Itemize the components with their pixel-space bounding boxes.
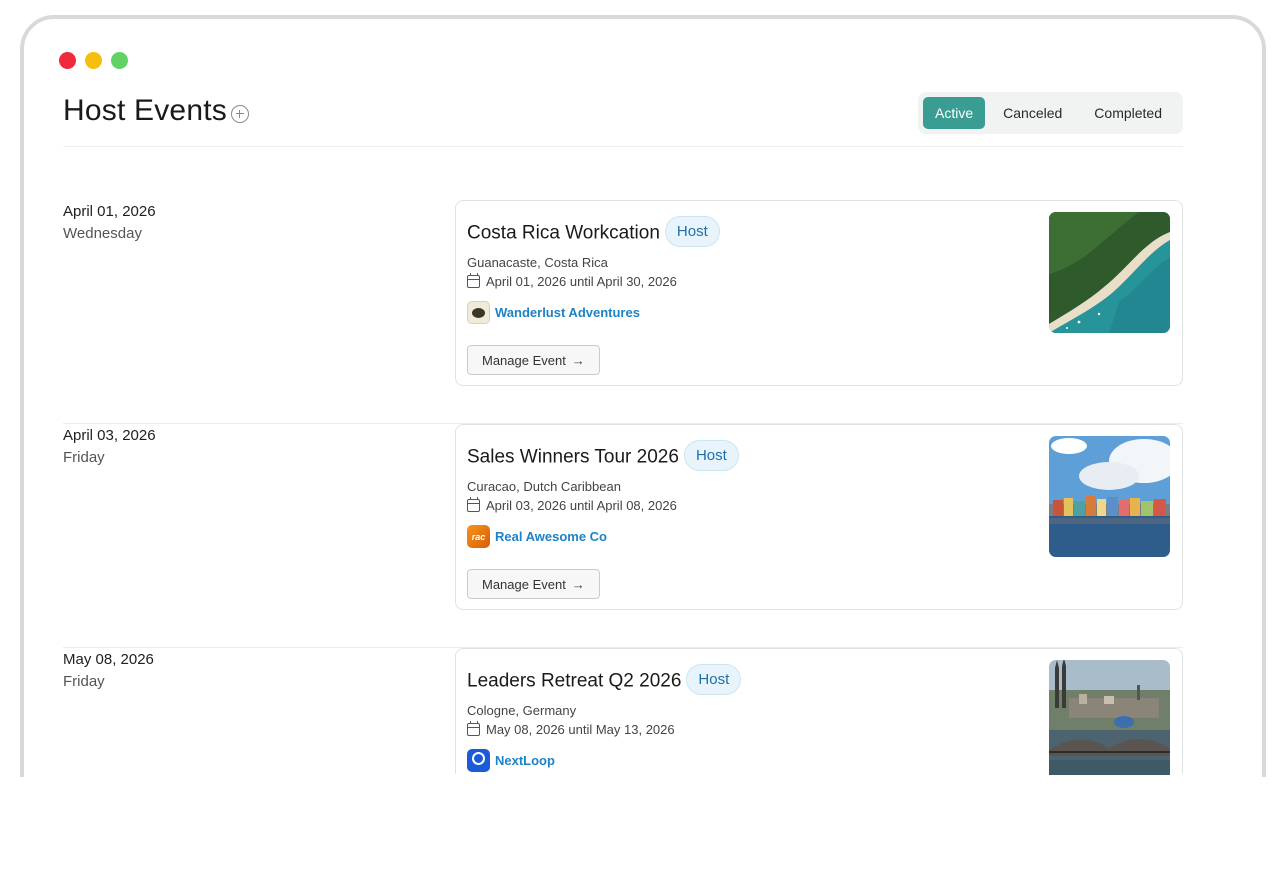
organizer-logo [467, 749, 490, 772]
aerial-beach-photo [1049, 212, 1170, 333]
event-title: Leaders Retreat Q2 2026 Host [467, 664, 742, 697]
colorful-waterfront-photo [1049, 436, 1170, 557]
calendar-icon [467, 720, 480, 736]
event-title: Costa Rica Workcation Host [467, 216, 720, 249]
event-date: April 01, 2026 [63, 203, 156, 220]
plus-circle-icon[interactable] [231, 105, 249, 123]
arrow-right-icon: → [571, 352, 585, 368]
event-row: April 03, 2026 Friday Sales Winners Tour… [63, 424, 1183, 648]
event-card: Leaders Retreat Q2 2026 Host Cologne, Ger… [455, 648, 1183, 775]
host-badge: Host [664, 216, 720, 247]
close-window-button[interactable] [59, 52, 76, 69]
event-weekday: Wednesday [63, 225, 142, 242]
calendar-icon [467, 272, 480, 288]
manage-event-button[interactable]: Manage Event → [467, 345, 600, 375]
organizer-logo [467, 301, 490, 324]
organizer-name[interactable]: NextLoop [495, 753, 555, 768]
event-title-text: Costa Rica Workcation [467, 222, 660, 244]
tab-active[interactable]: Active [923, 97, 986, 129]
event-date-range: April 01, 2026 until April 30, 2026 [467, 272, 677, 289]
tab-canceled[interactable]: Canceled [989, 97, 1076, 129]
status-tabs: Active Canceled Completed [918, 92, 1183, 134]
event-date: April 03, 2026 [63, 427, 156, 444]
calendar-icon [467, 496, 480, 512]
event-title-text: Leaders Retreat Q2 2026 [467, 670, 682, 692]
event-weekday: Friday [63, 449, 105, 466]
event-title-text: Sales Winners Tour 2026 [467, 446, 679, 468]
maximize-window-button[interactable] [111, 52, 128, 69]
manage-event-label: Manage Event [482, 352, 566, 368]
arrow-right-icon: → [571, 576, 585, 592]
event-location: Curacao, Dutch Caribbean [467, 479, 621, 494]
event-date: May 08, 2026 [63, 651, 154, 668]
host-badge: Host [686, 664, 742, 695]
event-location: Guanacaste, Costa Rica [467, 255, 608, 270]
organizer-link[interactable]: NextLoop [467, 749, 555, 772]
page-title: Host Events [63, 94, 227, 127]
page-header: Host Events Active Canceled Completed [63, 92, 1183, 148]
event-card: Sales Winners Tour 2026 Host Curacao, Dut… [455, 424, 1183, 610]
tab-completed[interactable]: Completed [1080, 97, 1178, 129]
event-title: Sales Winners Tour 2026 Host [467, 440, 739, 473]
event-image[interactable] [1049, 660, 1170, 775]
event-row: May 08, 2026 Friday Leaders Retreat Q2 2… [63, 648, 1183, 872]
city-bridge-photo [1049, 660, 1170, 775]
event-location: Cologne, Germany [467, 703, 577, 718]
event-date-range-text: May 08, 2026 until May 13, 2026 [486, 722, 675, 737]
organizer-name[interactable]: Real Awesome Co [495, 529, 607, 544]
organizer-logo: rac [467, 525, 490, 548]
event-weekday: Friday [63, 673, 105, 690]
manage-event-label: Manage Event [482, 576, 566, 592]
manage-event-button[interactable]: Manage Event → [467, 569, 600, 599]
event-date-range-text: April 01, 2026 until April 30, 2026 [486, 274, 677, 289]
window-controls [59, 52, 128, 69]
host-badge: Host [683, 440, 739, 471]
event-image[interactable] [1049, 436, 1170, 557]
organizer-name[interactable]: Wanderlust Adventures [495, 305, 640, 320]
event-card: Costa Rica Workcation Host Guanacaste, Co… [455, 200, 1183, 386]
event-date-range: April 03, 2026 until April 08, 2026 [467, 496, 677, 513]
minimize-window-button[interactable] [85, 52, 102, 69]
event-date-range-text: April 03, 2026 until April 08, 2026 [486, 498, 677, 513]
event-date-range: May 08, 2026 until May 13, 2026 [467, 720, 675, 737]
event-row: April 01, 2026 Wednesday Costa Rica Work… [63, 200, 1183, 424]
organizer-link[interactable]: rac Real Awesome Co [467, 525, 607, 548]
organizer-link[interactable]: Wanderlust Adventures [467, 301, 640, 324]
header-divider [63, 146, 1183, 147]
event-image[interactable] [1049, 212, 1170, 333]
